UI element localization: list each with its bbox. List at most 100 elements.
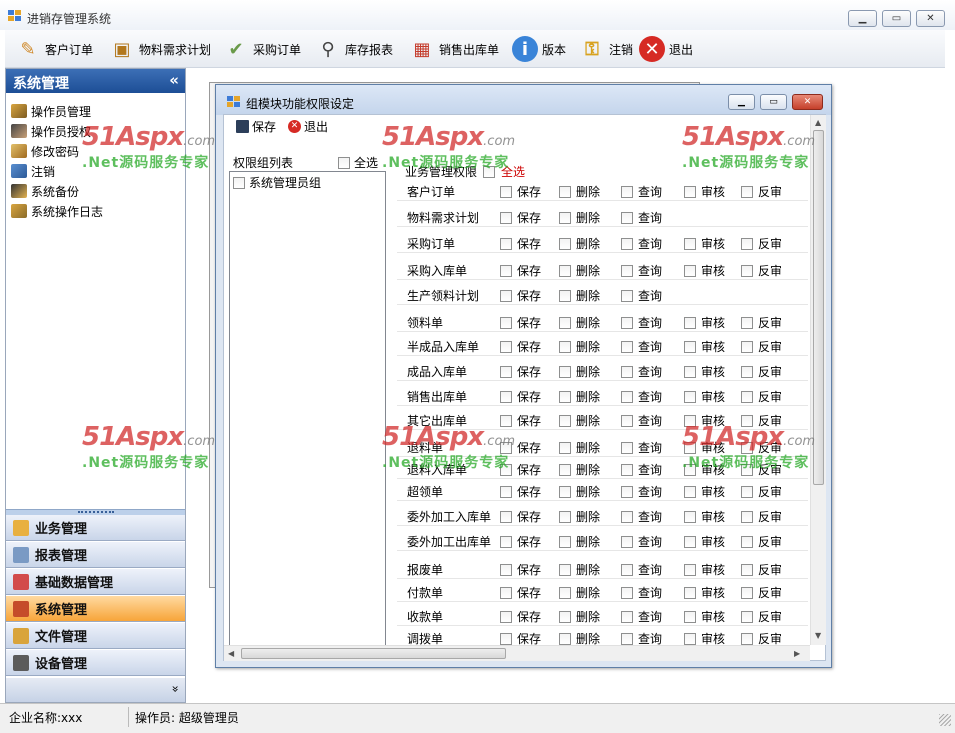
nav-basic-data-management[interactable]: 基础数据管理 [6,569,185,595]
checkbox[interactable] [500,340,512,353]
permission-option[interactable]: 反审 [741,508,782,525]
checkbox[interactable] [500,316,512,329]
permission-option[interactable]: 反审 [741,412,782,429]
permission-option[interactable]: 保存 [500,439,541,456]
permission-option[interactable]: 查询 [621,209,662,226]
checkbox[interactable] [684,463,696,476]
checkbox[interactable] [559,289,571,302]
checkbox[interactable] [621,264,633,277]
permission-option[interactable]: 查询 [621,388,662,405]
permission-option[interactable]: 审核 [684,363,725,380]
permission-option[interactable]: 查询 [621,262,662,279]
minimize-button[interactable]: ▁ [848,10,877,27]
checkbox[interactable] [483,165,496,178]
checkbox[interactable] [741,586,753,599]
checkbox[interactable] [559,365,571,378]
checkbox[interactable] [741,414,753,427]
toolbar-material-plan[interactable]: ▣ 物料需求计划 [109,34,211,64]
sidebar-item-operation-log[interactable]: 系统操作日志 [6,201,185,221]
checkbox[interactable] [621,340,633,353]
permission-option[interactable]: 保存 [500,363,541,380]
permission-option[interactable]: 审核 [684,262,725,279]
toolbar-sales-outbound[interactable]: ▦ 销售出库单 [409,34,499,64]
permission-option[interactable]: 反审 [741,338,782,355]
permission-option[interactable]: 反审 [741,314,782,331]
checkbox[interactable] [741,340,753,353]
checkbox[interactable] [338,156,350,169]
checkbox[interactable] [621,211,633,224]
permission-option[interactable]: 查询 [621,314,662,331]
permission-option[interactable]: 反审 [741,483,782,500]
checkbox[interactable] [741,510,753,523]
permission-option[interactable]: 查询 [621,561,662,578]
permission-option[interactable]: 审核 [684,183,725,200]
permission-option[interactable]: 审核 [684,314,725,331]
permission-option[interactable]: 删除 [559,508,600,525]
permission-option[interactable]: 查询 [621,508,662,525]
permission-option[interactable]: 删除 [559,483,600,500]
checkbox[interactable] [233,176,245,189]
checkbox[interactable] [684,185,696,198]
permission-option[interactable]: 删除 [559,584,600,601]
maximize-button[interactable]: ▭ [882,10,911,27]
sidebar-item-logout[interactable]: 注销 [6,161,185,181]
checkbox[interactable] [559,463,571,476]
permission-option[interactable]: 查询 [621,608,662,625]
permission-option[interactable]: 查询 [621,439,662,456]
toolbar-customer-order[interactable]: ✎ 客户订单 [15,34,93,64]
resize-grip-icon[interactable] [939,714,951,726]
checkbox[interactable] [500,463,512,476]
permission-option[interactable]: 删除 [559,314,600,331]
checkbox[interactable] [500,510,512,523]
toolbar-inventory-report[interactable]: ⚲ 库存报表 [315,34,393,64]
checkbox[interactable] [559,441,571,454]
nav-system-management[interactable]: 系统管理 [6,596,185,622]
checkbox[interactable] [500,289,512,302]
permission-option[interactable]: 查询 [621,287,662,304]
permission-option[interactable]: 反审 [741,584,782,601]
checkbox[interactable] [684,510,696,523]
permission-option[interactable]: 保存 [500,508,541,525]
permission-option[interactable]: 删除 [559,262,600,279]
checkbox[interactable] [500,535,512,548]
scroll-right-icon[interactable]: ▶ [794,649,800,658]
toolbar-purchase-order[interactable]: ✔ 采购订单 [223,34,301,64]
checkbox[interactable] [559,563,571,576]
nav-file-management[interactable]: 文件管理 [6,623,185,649]
permission-option[interactable]: 审核 [684,483,725,500]
permission-option[interactable]: 保存 [500,262,541,279]
checkbox[interactable] [684,237,696,250]
nav-more-button[interactable]: » [6,678,185,702]
permission-option[interactable]: 审核 [684,412,725,429]
permission-option[interactable]: 保存 [500,183,541,200]
checkbox[interactable] [500,563,512,576]
permission-option[interactable]: 删除 [559,363,600,380]
permission-option[interactable]: 反审 [741,439,782,456]
permission-option[interactable]: 查询 [621,483,662,500]
permission-option[interactable]: 审核 [684,338,725,355]
checkbox[interactable] [621,316,633,329]
permission-option[interactable]: 反审 [741,561,782,578]
checkbox[interactable] [621,463,633,476]
permission-option[interactable]: 审核 [684,533,725,550]
checkbox[interactable] [684,264,696,277]
permission-option[interactable]: 反审 [741,363,782,380]
checkbox[interactable] [559,485,571,498]
permission-option[interactable]: 删除 [559,561,600,578]
checkbox[interactable] [741,316,753,329]
checkbox[interactable] [621,535,633,548]
checkbox[interactable] [559,586,571,599]
nav-report-management[interactable]: 报表管理 [6,542,185,568]
checkbox[interactable] [559,316,571,329]
dialog-maximize-button[interactable]: ▭ [760,94,787,110]
checkbox[interactable] [500,264,512,277]
checkbox[interactable] [559,211,571,224]
checkbox[interactable] [684,441,696,454]
checkbox[interactable] [621,414,633,427]
scroll-left-icon[interactable]: ◀ [228,649,234,658]
permission-option[interactable]: 审核 [684,461,725,478]
checkbox[interactable] [741,365,753,378]
permission-option[interactable]: 查询 [621,584,662,601]
checkbox[interactable] [684,365,696,378]
checkbox[interactable] [741,390,753,403]
